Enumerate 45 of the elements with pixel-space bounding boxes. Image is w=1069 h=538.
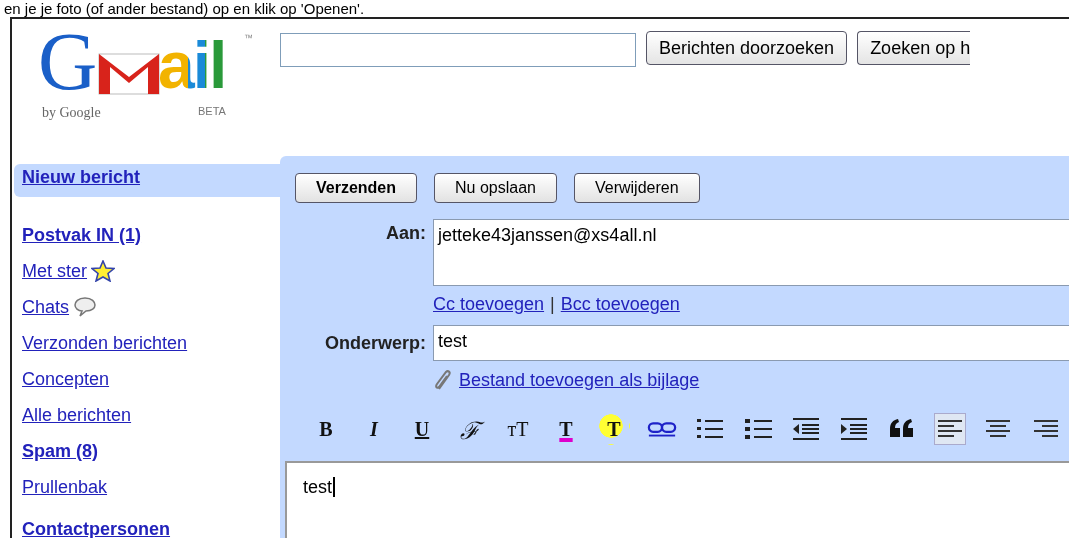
caption-text: en je je foto (of ander bestand) op en klik op 'Openen'. [3,0,366,17]
trademark-mark: ™ [244,33,253,43]
text-size-button[interactable]: тT [502,413,534,445]
compose-button[interactable]: Nu opslaan [434,173,557,203]
contacts-link[interactable]: Contactpersonen [22,519,171,538]
beta-label: BETA [198,105,226,117]
subject-field[interactable]: test [433,325,1069,361]
folder-link[interactable]: Spam (8) [22,440,99,462]
bulleted-list-icon [744,417,772,441]
logo-byline: by Google [42,105,101,121]
highlight-button[interactable]: T [598,413,630,445]
speech-bubble-icon [73,296,98,318]
outdent-icon [792,417,820,441]
folder-link[interactable]: Verzonden berichten [22,332,188,354]
compose-button[interactable]: Verwijderen [574,173,700,203]
compose-tab[interactable]: Nieuw bericht [14,164,280,197]
italic-button[interactable]: I [358,413,390,445]
field-label: Onderwerp: [324,332,426,354]
folder-link[interactable]: Chats [22,296,70,318]
folder-link[interactable]: Prullenbak [22,476,108,498]
separator-text: | [550,294,555,315]
align-left-button[interactable] [934,413,966,445]
recipient-field[interactable]: jetteke43janssen@xs4all.nl [433,219,1069,286]
bcc-link[interactable]: Bcc toevoegen [560,294,680,315]
message-body-field[interactable]: test [285,461,1069,538]
indent-icon [840,417,868,441]
compose-link[interactable]: Nieuw bericht [22,167,141,187]
compose-button[interactable]: Verzenden [295,173,418,203]
paperclip-icon [433,369,453,391]
folder-link[interactable]: Postvak IN (1) [22,224,142,246]
cc-link[interactable]: Cc toevoegen [433,294,545,315]
logo-letter: G [38,31,98,93]
text-color-button[interactable]: T [550,413,582,445]
field-label: Aan: [385,223,426,245]
bold-button[interactable]: B [310,413,342,445]
star-icon [91,260,115,282]
folder-link[interactable]: Met ster [22,260,87,282]
attach-link[interactable]: Bestand toevoegen als bijlage [459,369,700,391]
folder-link[interactable]: Concepten [22,368,110,390]
envelope-icon [98,53,160,95]
search-field[interactable] [280,33,636,67]
underline-button[interactable]: U [406,413,438,445]
font-button[interactable]: ℱ [454,413,486,445]
search-button[interactable]: Berichten doorzoeken [646,31,848,65]
folder-link[interactable]: Alle berichten [22,404,132,426]
